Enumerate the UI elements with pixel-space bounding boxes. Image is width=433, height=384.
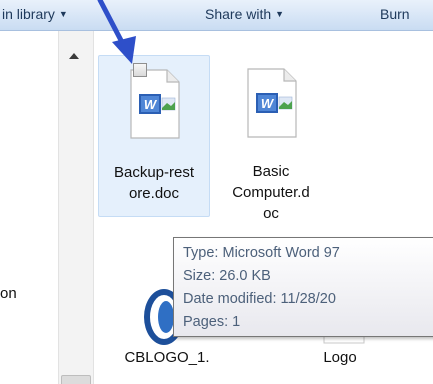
tooltip-pages: Pages: 1 [183,314,241,330]
file-name: Basic Computer.d oc [216,161,326,224]
svg-text:W: W [261,96,275,111]
file-name-line-2: Computer.d [232,184,310,201]
include-in-library-button[interactable]: in library ▼ [2,6,68,22]
file-name-line-1: Basic [252,163,290,180]
dropdown-arrow-icon: ▼ [275,9,285,19]
word-document-icon: W [247,68,297,138]
file-name-line-3: oc [263,205,279,222]
svg-text:W: W [144,97,158,112]
file-info-tooltip: Type: Microsoft Word 97 Size: 26.0 KB Da… [173,237,433,337]
explorer-window: in library ▼ Share with ▼ Burn on W Backup… [0,0,433,384]
tooltip-size: Size: 26.0 KB [183,268,271,284]
scroll-up-arrow-icon[interactable] [69,53,79,59]
scroll-thumb[interactable] [61,375,91,384]
navigation-scrollbar[interactable] [58,31,94,384]
file-name-line-1: Backup-rest [113,164,195,181]
share-with-button[interactable]: Share with ▼ [205,6,284,22]
tooltip-type: Type: Microsoft Word 97 [183,245,340,261]
tooltip-date-modified: Date modified: 11/28/20 [183,291,336,307]
file-item-backup-restore[interactable]: W Backup-rest ore.doc [98,55,210,217]
word-document-icon: W [130,69,180,139]
nav-item-label[interactable]: on [0,285,17,302]
file-name: CBLOGO_1. [124,349,210,366]
file-name: Logo [323,349,357,366]
select-checkbox[interactable] [133,63,147,77]
navigation-pane: on [0,31,58,384]
file-item-basic-computer[interactable]: W Basic Computer.d oc [216,55,326,245]
include-in-library-label: in library [2,6,55,22]
burn-button[interactable]: Burn [380,6,410,22]
file-name-line-2: ore.doc [128,185,180,202]
dropdown-arrow-icon: ▼ [58,9,68,19]
share-with-label: Share with [205,6,272,22]
file-name: Backup-rest ore.doc [99,162,209,204]
command-bar: in library ▼ Share with ▼ Burn [0,0,433,31]
